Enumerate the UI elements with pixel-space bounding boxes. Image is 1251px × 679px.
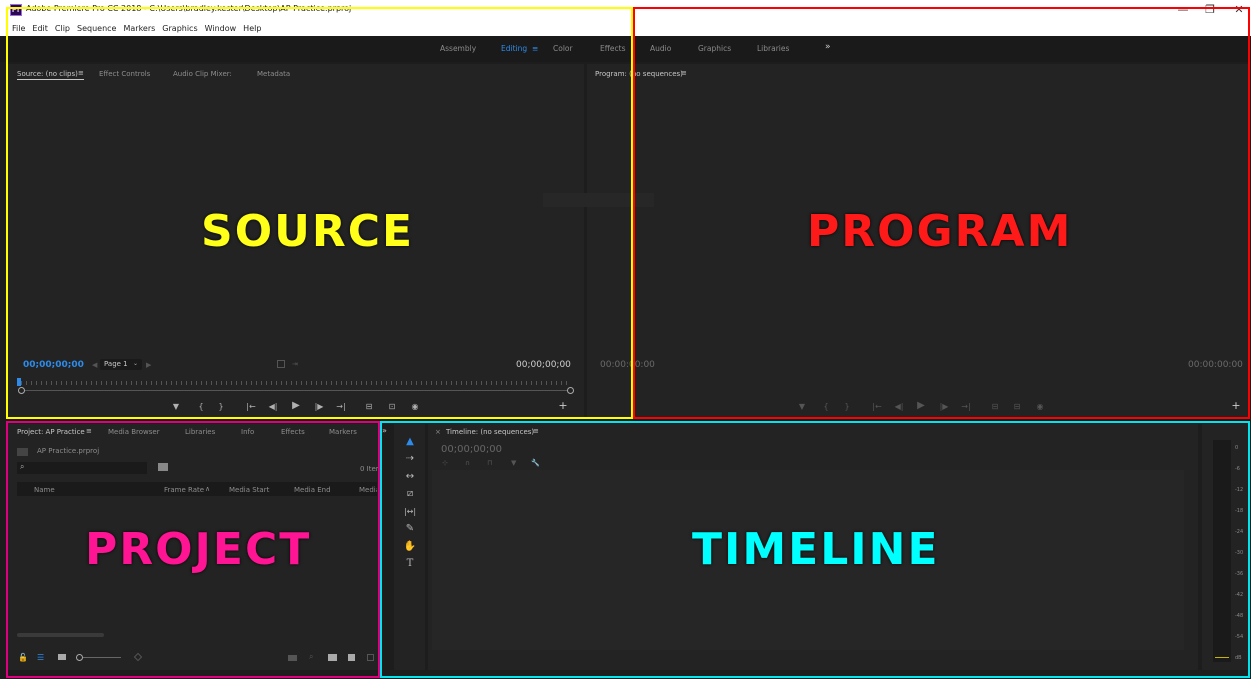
timeline-region-outline bbox=[380, 421, 1250, 678]
project-region-outline bbox=[6, 421, 380, 678]
source-region-outline bbox=[6, 7, 633, 419]
program-region-outline bbox=[633, 7, 1250, 419]
